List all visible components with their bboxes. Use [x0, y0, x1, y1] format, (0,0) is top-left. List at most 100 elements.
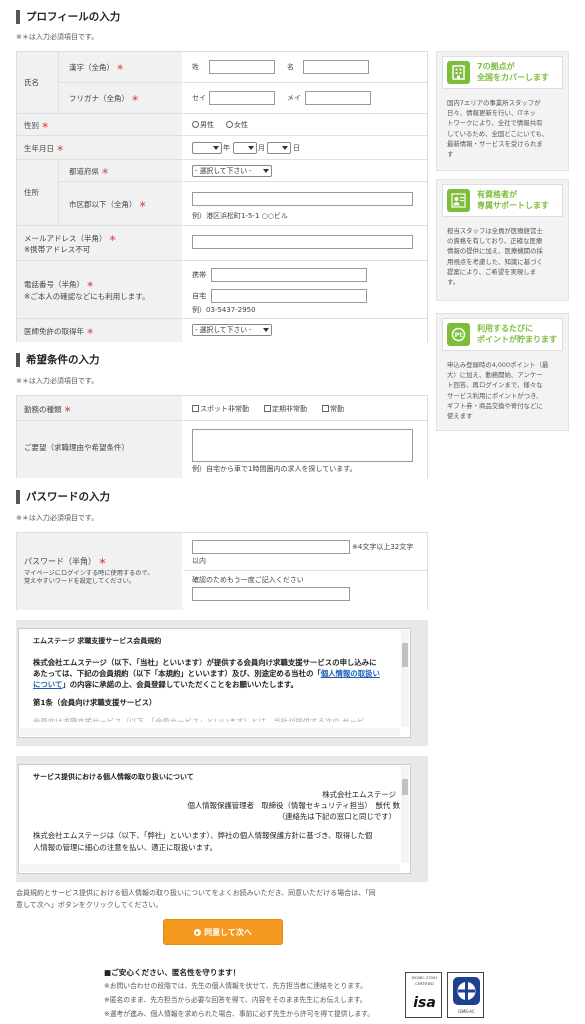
- work-type-label: 勤務の種類 ＊: [24, 405, 72, 414]
- person-support-icon: [447, 189, 470, 212]
- anonymity-title: ■ご安心ください、匿名性を守ります！: [104, 968, 241, 977]
- year-label: 年: [223, 144, 230, 152]
- profile-section-title: プロフィールの入力: [16, 10, 120, 24]
- anonymity-line-3: ※選考が進み、個人情報を求められた場合、事前に必ず先生から許可を得て提供します。: [104, 1010, 375, 1018]
- privacy-scroll-thumb[interactable]: [402, 779, 408, 795]
- city-label: 市区郡以下（全角） ＊: [69, 200, 147, 209]
- isms-ac-logo: ISMS-AC: [447, 972, 484, 1018]
- male-radio[interactable]: [192, 121, 199, 128]
- pref-label: 都道府県 ＊: [69, 167, 109, 176]
- email-label: メールアドレス（半角） ＊: [24, 234, 117, 243]
- svg-text:Pt: Pt: [455, 331, 463, 339]
- name-label: 氏名: [24, 78, 39, 87]
- birth-day-select[interactable]: [267, 142, 291, 154]
- conditions-table: 勤務の種類 ＊ スポット非常勤 定期非常勤 常勤 ご要望（求職理由や希望条件） …: [16, 395, 428, 478]
- terms-p1: 株式会社エムステージ（以下、「当社」といいます）が提供する会員向け求職支援サービ…: [33, 658, 377, 667]
- mobile-phone-input[interactable]: [211, 268, 367, 282]
- points-title-1: 利用するたびに: [477, 324, 533, 333]
- birth-label: 生年月日 ＊: [24, 144, 64, 153]
- mobile-label: 携帯: [192, 271, 206, 279]
- anonymity-line-2: ※匿名のまま、先方担当から必要な回答を得て、内容をそのまま先生にお伝えします。: [104, 996, 367, 1004]
- spot-label: スポット非常勤: [200, 405, 249, 413]
- license-year-select[interactable]: - 選択して下さい -: [192, 324, 272, 336]
- request-textarea[interactable]: [192, 429, 413, 462]
- password-hint2: 以内: [192, 557, 206, 565]
- password-table: パスワード（半角） ＊ マイページにログインする時に使用するので、 覚えやすいワ…: [16, 532, 428, 610]
- privacy-p1: 株式会社エムステージは（以下、「弊社」といいます）、弊社の個人情報保護方針に基づ…: [33, 831, 373, 840]
- email-sub: ※携帯アドレス不可: [24, 245, 91, 254]
- points-coin-icon: Pt: [447, 323, 470, 346]
- agree-note-2: 意して次へ」ボタンをクリックしてください。: [16, 901, 163, 909]
- terms-cut-text: 会員向け求職支援サービス（以下、「会員サービス」といいます）とは、当社が提供する…: [33, 717, 365, 722]
- password-input[interactable]: [192, 540, 350, 554]
- first-name-kana-input[interactable]: [305, 91, 371, 105]
- first-name-input[interactable]: [303, 60, 369, 74]
- password-required-note: ※＊は入力必須項目です。: [16, 514, 99, 522]
- sidebar-card-locations: 7の拠点が 全国をカバーします 国内7エリアの事業所スタッフが 日々、情報更新を行い…: [436, 51, 569, 171]
- password-section-title: パスワードの入力: [16, 490, 110, 504]
- terms-scroll-thumb[interactable]: [402, 643, 408, 667]
- phone-sub: ※ご本人の確認などにも利用します。: [24, 292, 150, 301]
- conditions-required-note: ※＊は入力必須項目です。: [16, 377, 99, 385]
- female-label: 女性: [234, 121, 248, 129]
- prefecture-select[interactable]: - 選択して下さい -: [192, 165, 272, 177]
- arrow-circle-icon: [194, 929, 202, 936]
- sei-label: 姓: [192, 63, 199, 71]
- password-confirm-input[interactable]: [192, 587, 350, 601]
- birth-month-select[interactable]: [233, 142, 257, 154]
- regular-part-time-checkbox[interactable]: [264, 405, 271, 412]
- work-type-row: 勤務の種類 ＊ スポット非常勤 定期非常勤 常勤: [17, 396, 427, 421]
- locations-title-1: 7の拠点が: [477, 62, 515, 71]
- spot-checkbox[interactable]: [192, 405, 199, 412]
- privacy-policy-link-2[interactable]: について: [33, 680, 62, 689]
- phone-row: 電話番号（半角） ＊ ※ご本人の確認などにも利用します。 携帯 自宅 例）03-…: [17, 261, 427, 319]
- home-phone-input[interactable]: [211, 289, 367, 303]
- terms-p3: について」の内容に承諾の上、会員登録していただくことをお願いいたします。: [33, 680, 298, 689]
- male-label: 男性: [200, 121, 214, 129]
- password-confirm-label: 確認のためもう一度ご記入ください: [192, 576, 304, 584]
- birth-year-select[interactable]: [192, 142, 222, 154]
- mei-kana-label: メイ: [287, 94, 301, 102]
- request-example: 例）自宅から車で1時間圏内の求人を探しています。: [192, 465, 357, 473]
- gender-row: 性別 ＊ 男性 女性: [17, 114, 427, 136]
- support-title-1: 有資格者が: [477, 190, 517, 199]
- privacy-scrollbox[interactable]: サービス提供における個人情報の取り扱いについて 株式会社エムステージ 個人情報保…: [18, 764, 411, 874]
- email-input[interactable]: [192, 235, 413, 249]
- mei-label: 名: [287, 63, 294, 71]
- password-row: パスワード（半角） ＊ マイページにログインする時に使用するので、 覚えやすいワ…: [17, 533, 427, 610]
- support-body: 担当スタッフは全員が医療経営士 の資格を有しており、正確な医療 情報の提供に加え、医…: [447, 227, 543, 287]
- license-label: 医師免許の取得年 ＊: [24, 327, 94, 336]
- locations-body: 国内7エリアの事業所スタッフが 日々、情報更新を行い、ITネッ トワークにより、全社…: [447, 99, 549, 159]
- profile-table: 氏名 漢字（全角） ＊ フリガナ（全角） ＊ 姓 名 セイ メイ 性別 ＊ 男性…: [16, 51, 428, 342]
- phone-label: 電話番号（半角） ＊: [24, 280, 94, 289]
- points-body: 申込み登録時の4,000ポイント（最 大）に加え、勤務開始、アンケー ト回答、再ログ…: [447, 361, 549, 421]
- gender-label: 性別 ＊: [24, 121, 49, 130]
- full-time-checkbox[interactable]: [322, 405, 329, 412]
- agree-next-button[interactable]: 同意して次へ: [163, 919, 283, 945]
- last-name-kana-input[interactable]: [209, 91, 275, 105]
- request-row: ご要望（求職理由や希望条件） 例）自宅から車で1時間圏内の求人を探しています。: [17, 421, 427, 478]
- password-sub2: 覚えやすいワードを設定してください。: [24, 578, 136, 585]
- email-row: メールアドレス（半角） ＊ ※携帯アドレス不可: [17, 226, 427, 261]
- privacy-p2: 人情報の管理に細心の注意を払い、適正に取扱います。: [33, 843, 218, 852]
- sei-kana-label: セイ: [192, 94, 206, 102]
- privacy-h-scrollbar[interactable]: [20, 864, 400, 872]
- sidebar-card-points: Pt 利用するたびに ポイントが貯まります 申込み登録時の4,000ポイント（最大…: [436, 313, 569, 431]
- city-input[interactable]: [192, 192, 413, 206]
- building-icon: [447, 61, 470, 84]
- privacy-title: サービス提供における個人情報の取り扱いについて: [33, 773, 194, 781]
- address-row: 住所 都道府県 ＊ 市区郡以下（全角） ＊ - 選択して下さい - 例）港区浜松…: [17, 160, 427, 226]
- license-row: 医師免許の取得年 ＊ - 選択して下さい -: [17, 319, 427, 342]
- city-example: 例）港区浜松町1-5-1 ○○ビル: [192, 212, 288, 220]
- last-name-input[interactable]: [209, 60, 275, 74]
- terms-h-scrollbar[interactable]: [20, 728, 400, 736]
- phone-example: 例）03-5437-2950: [192, 306, 256, 314]
- privacy-policy-link-1[interactable]: 個人情報の取扱い: [321, 669, 380, 678]
- month-label: 月: [258, 144, 265, 152]
- privacy-contact: （連絡先は下記の窓口と同じです）: [277, 812, 396, 821]
- terms-scrollbox[interactable]: エムステージ 求職支援サービス会員規約 株式会社エムステージ（以下、「当社」とい…: [18, 628, 411, 738]
- female-radio[interactable]: [226, 121, 233, 128]
- privacy-company: 株式会社エムステージ: [322, 790, 396, 799]
- birth-row: 生年月日 ＊ 年 月 日: [17, 136, 427, 160]
- password-label: パスワード（半角） ＊: [24, 557, 107, 566]
